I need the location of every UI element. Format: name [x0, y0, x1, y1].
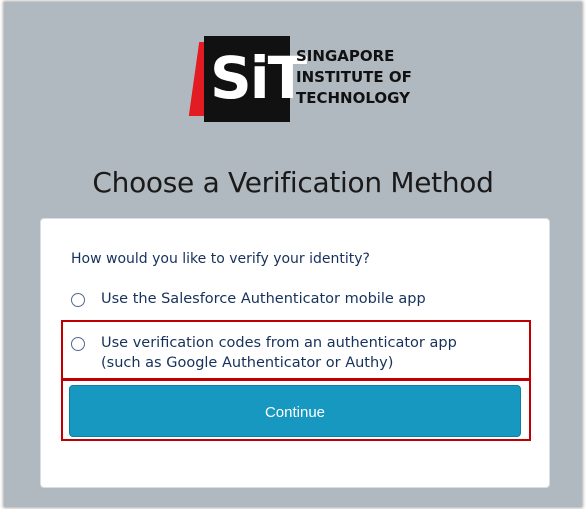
annotation-highlight-button	[61, 379, 531, 441]
logo-wordmark: SINGAPORE INSTITUTE OF TECHNOLOGY	[296, 46, 412, 109]
login-frame: SiT SINGAPORE INSTITUTE OF TECHNOLOGY Ch…	[4, 2, 582, 507]
sit-logo: SiT SINGAPORE INSTITUTE OF TECHNOLOGY	[188, 36, 412, 122]
logo-mark: SiT	[210, 44, 307, 112]
page-title: Choose a Verification Method	[92, 166, 494, 199]
verification-card: How would you like to verify your identi…	[40, 218, 550, 488]
option-salesforce-authenticator[interactable]: Use the Salesforce Authenticator mobile …	[71, 289, 426, 309]
question-text: How would you like to verify your identi…	[71, 251, 370, 267]
annotation-highlight-option	[61, 320, 531, 380]
logo-line: INSTITUTE OF	[296, 68, 412, 86]
option-label: Use the Salesforce Authenticator mobile …	[101, 291, 426, 307]
logo-line: SINGAPORE	[296, 47, 395, 65]
radio-button[interactable]	[71, 293, 85, 307]
logo-line: TECHNOLOGY	[296, 89, 410, 107]
